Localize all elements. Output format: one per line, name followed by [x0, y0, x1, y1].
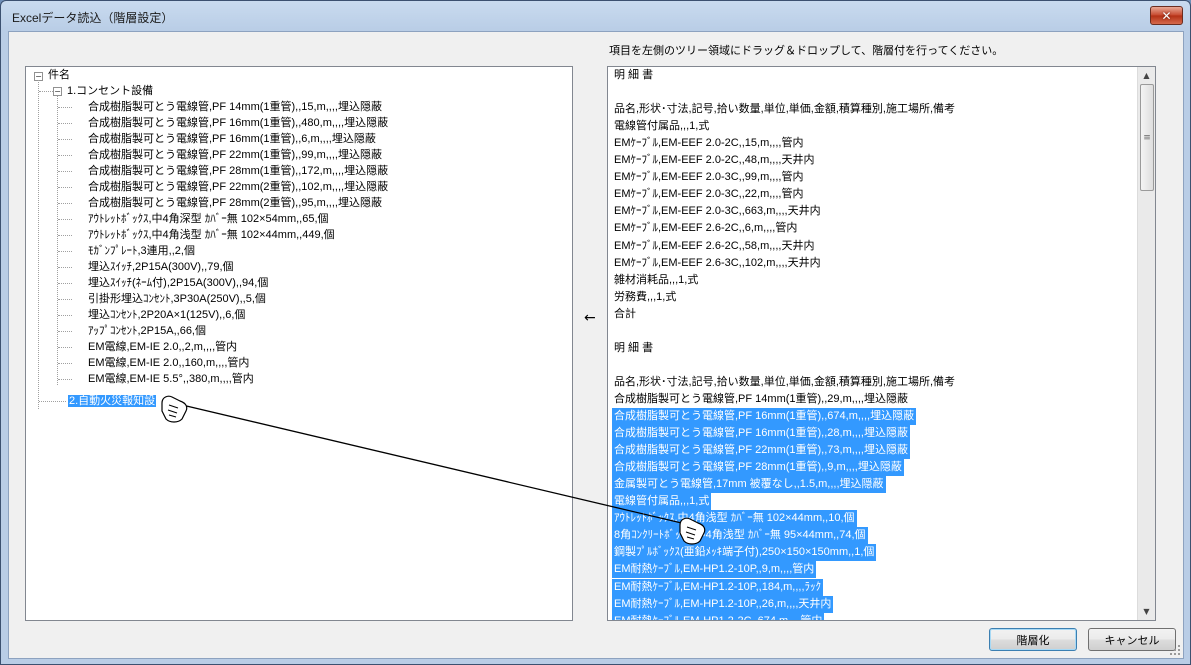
list-item[interactable]: 品名,形状･寸法,記号,拾い数量,単位,単価,金額,積算種別,施工場所,備考 [614, 374, 955, 391]
scroll-grip-icon: ≡ [1143, 132, 1151, 143]
tree-node-item[interactable]: EM電線,EM-IE 5.5°,,380,m,,,,管内 [88, 371, 254, 387]
tree-node-item[interactable]: 合成樹脂製可とう電線管,PF 16mm(1重管),,6,m,,,,埋込隠蔽 [88, 131, 376, 147]
close-button[interactable]: ✕ [1150, 6, 1183, 25]
move-left-arrow-icon: ← [584, 310, 596, 326]
tree-line [58, 123, 72, 124]
tree-line [58, 187, 72, 188]
list-item-selected[interactable]: 金属製可とう電線管,17mm 被覆なし,,1.5,m,,,,埋込隠蔽 [612, 476, 886, 494]
list-item-selected[interactable]: EM耐熱ｹｰﾌﾞﾙ,EM-HP1.2-10P,,184,m,,,,ﾗｯｸ [612, 578, 824, 596]
tree-line [58, 235, 72, 236]
list-item[interactable]: 明 細 書 [614, 67, 653, 84]
tree-line [58, 219, 72, 220]
list-item[interactable]: 電線管付属品,,,1,式 [614, 118, 709, 135]
list-item[interactable]: EMｹｰﾌﾞﾙ,EM-EEF 2.0-3C,,22,m,,,,管内 [614, 186, 803, 203]
tree-node-item[interactable]: 合成樹脂製可とう電線管,PF 22mm(2重管),,102,m,,,,埋込隠蔽 [88, 179, 388, 195]
tree-node-item[interactable]: 合成樹脂製可とう電線管,PF 14mm(1重管),,15,m,,,,埋込隠蔽 [88, 99, 382, 115]
list-item-selected[interactable]: 合成樹脂製可とう電線管,PF 22mm(1重管),,73,m,,,,埋込隠蔽 [612, 442, 910, 460]
list-item[interactable]: EMｹｰﾌﾞﾙ,EM-EEF 2.0-3C,,99,m,,,,管内 [614, 169, 803, 186]
tree-line [58, 203, 72, 204]
list-item-selected[interactable]: 合成樹脂製可とう電線管,PF 16mm(1重管),,28,m,,,,埋込隠蔽 [612, 425, 910, 443]
scroll-thumb[interactable]: ≡ [1140, 84, 1154, 191]
list-item-selected[interactable]: 合成樹脂製可とう電線管,PF 28mm(1重管),,9,m,,,,埋込隠蔽 [612, 459, 904, 477]
list-item-selected[interactable]: ｱｳﾄﾚｯﾄﾎﾞｯｸｽ,中4角浅型 ｶﾊﾞｰ無 102×44mm,,10,個 [612, 510, 857, 528]
title-bar[interactable]: Excelデータ読込（階層設定） ✕ [1, 1, 1190, 31]
tree-node-item[interactable]: 合成樹脂製可とう電線管,PF 28mm(1重管),,172,m,,,,埋込隠蔽 [88, 163, 388, 179]
tree-node-group1[interactable]: 1.コンセント設備 [67, 83, 153, 99]
tree-line [58, 299, 72, 300]
tree-node-root[interactable]: 件名 [48, 67, 70, 83]
list-item-selected[interactable]: 8角ｺﾝｸﾘｰﾄﾎﾞｯｸｽ,中4角浅型 ｶﾊﾞｰ無 95×44mm,,74,個 [612, 527, 868, 545]
list-item-selected[interactable]: 電線管付属品,,,1,式 [612, 493, 712, 511]
tree-node-item[interactable]: ｱｳﾄﾚｯﾄﾎﾞｯｸｽ,中4角深型 ｶﾊﾞｰ無 102×54mm,,65,個 [88, 211, 329, 227]
list-item[interactable]: 合計 [614, 306, 636, 323]
list-item[interactable]: 雑材消耗品,,,1,式 [614, 272, 698, 289]
vertical-scrollbar[interactable]: ▲ ≡ ▼ [1137, 67, 1155, 620]
cancel-button[interactable]: キャンセル [1088, 628, 1176, 651]
tree-line [58, 315, 72, 316]
list-item[interactable]: EMｹｰﾌﾞﾙ,EM-EEF 2.6-2C,,58,m,,,,天井内 [614, 238, 814, 255]
tree-node-item[interactable]: 合成樹脂製可とう電線管,PF 28mm(2重管),,95,m,,,,埋込隠蔽 [88, 195, 382, 211]
instruction-text: 項目を左側のツリー領域にドラッグ＆ドロップして、階層付を行ってください。 [609, 45, 1004, 57]
list-item[interactable]: EMｹｰﾌﾞﾙ,EM-EEF 2.0-3C,,663,m,,,,天井内 [614, 203, 821, 220]
tree-node-item[interactable]: 埋込ｽｲｯﾁ(ﾈｰﾑ付),2P15A(300V),,94,個 [88, 275, 268, 291]
tree-node-item[interactable]: EM電線,EM-IE 2.0,,160,m,,,,管内 [88, 355, 249, 371]
collapse-group1-icon[interactable]: − [53, 87, 62, 96]
tree-node-item[interactable]: EM電線,EM-IE 2.0,,2,m,,,,管内 [88, 339, 237, 355]
dialog-client-area: 項目を左側のツリー領域にドラッグ＆ドロップして、階層付を行ってください。 − 件… [8, 31, 1184, 659]
tree-line [58, 347, 72, 348]
list-item[interactable]: EMｹｰﾌﾞﾙ,EM-EEF 2.0-2C,,15,m,,,,管内 [614, 135, 803, 152]
tree-node-item[interactable]: 合成樹脂製可とう電線管,PF 22mm(1重管),,99,m,,,,埋込隠蔽 [88, 147, 382, 163]
tree-line [58, 155, 72, 156]
list-item-selected[interactable]: 合成樹脂製可とう電線管,PF 16mm(1重管),,674,m,,,,埋込隠蔽 [612, 408, 917, 425]
list-item[interactable]: 労務費,,,1,式 [614, 289, 676, 306]
scroll-down-icon[interactable]: ▼ [1138, 603, 1155, 620]
tree-node-item[interactable]: 引掛形埋込ｺﾝｾﾝﾄ,3P30A(250V),,5,個 [88, 291, 266, 307]
list-item[interactable]: 明 細 書 [614, 340, 653, 357]
list-item-selected[interactable]: EM耐熱ｹｰﾌﾞﾙ,EM-HP1.2-10P,,26,m,,,,天井内 [612, 595, 834, 613]
tree-node-item[interactable]: ｱｯﾌﾟｺﾝｾﾝﾄ,2P15A,,66,個 [88, 323, 206, 339]
dialog-window: Excelデータ読込（階層設定） ✕ 項目を左側のツリー領域にドラッグ＆ドロップ… [0, 0, 1191, 665]
list-item[interactable]: 合成樹脂製可とう電線管,PF 14mm(1重管),,29,m,,,,埋込隠蔽 [614, 391, 908, 408]
tree-node-item[interactable]: ｱｳﾄﾚｯﾄﾎﾞｯｸｽ,中4角浅型 ｶﾊﾞｰ無 102×44mm,,449,個 [88, 227, 335, 243]
tree-line [39, 91, 53, 92]
tree-line [58, 379, 72, 380]
close-icon: ✕ [1161, 8, 1172, 23]
tree-line [39, 401, 66, 402]
tree-node-item[interactable]: 合成樹脂製可とう電線管,PF 16mm(1重管),,480,m,,,,埋込隠蔽 [88, 115, 388, 131]
tree-node-item[interactable]: 埋込ｺﾝｾﾝﾄ,2P20A×1(125V),,6,個 [88, 307, 245, 323]
window-title: Excelデータ読込（階層設定） [12, 11, 174, 25]
scroll-up-icon[interactable]: ▲ [1138, 67, 1155, 84]
resize-grip-icon[interactable] [1169, 644, 1181, 656]
tree-line [38, 80, 39, 409]
tree-line [58, 267, 72, 268]
list-item[interactable]: EMｹｰﾌﾞﾙ,EM-EEF 2.0-2C,,48,m,,,,天井内 [614, 152, 814, 169]
tree-line [58, 171, 72, 172]
tree-line [58, 139, 72, 140]
tree-node-item[interactable]: 埋込ｽｲｯﾁ,2P15A(300V),,79,個 [88, 259, 234, 275]
source-list[interactable]: 明 細 書品名,形状･寸法,記号,拾い数量,単位,単価,金額,積算種別,施工場所… [607, 66, 1156, 621]
list-item[interactable]: EMｹｰﾌﾞﾙ,EM-EEF 2.6-3C,,102,m,,,,天井内 [614, 255, 821, 272]
tree-line [58, 107, 72, 108]
tree-node-item[interactable]: ﾓｶﾞﾝﾌﾟﾚｰﾄ,3連用,,2,個 [88, 243, 195, 259]
list-item[interactable]: 品名,形状･寸法,記号,拾い数量,単位,単価,金額,積算種別,施工場所,備考 [614, 101, 955, 118]
tree-line [58, 283, 72, 284]
tree-line [58, 251, 72, 252]
tree-line [58, 363, 72, 364]
list-item-selected[interactable]: EM耐熱ｹｰﾌﾞﾙ,EM-HP1.2-2C,,674,m,,,,管内 [612, 612, 825, 620]
list-item-selected[interactable]: 鋼製ﾌﾟﾙﾎﾞｯｸｽ(亜鉛ﾒｯｷ端子付),250×150×150mm,,1,個 [612, 544, 877, 562]
tree-node-group2[interactable]: 2.自動火災報知設 [68, 393, 157, 409]
list-item[interactable]: EMｹｰﾌﾞﾙ,EM-EEF 2.6-2C,,6,m,,,,管内 [614, 220, 797, 237]
tree-view[interactable]: − 件名 − 1.コンセント設備 合成樹脂製可とう電線管,PF 14mm(1重管… [25, 66, 573, 621]
tree-line [58, 331, 72, 332]
list-item-selected[interactable]: EM耐熱ｹｰﾌﾞﾙ,EM-HP1.2-10P,,9,m,,,,管内 [612, 561, 817, 579]
hierarchize-button[interactable]: 階層化 [989, 628, 1077, 651]
tree-node-group2-label: 2.自動火災報知設 [68, 395, 157, 407]
